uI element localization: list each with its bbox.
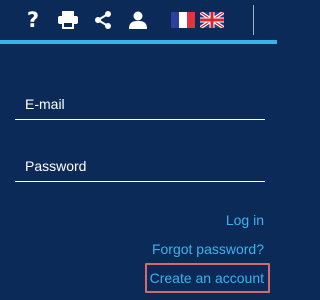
accent-line xyxy=(0,40,277,44)
french-flag-button[interactable] xyxy=(171,12,195,28)
password-field[interactable] xyxy=(15,150,265,182)
password-field-wrapper xyxy=(15,150,265,184)
create-account-link[interactable]: Create an account xyxy=(150,270,264,286)
share-icon xyxy=(95,11,111,29)
top-toolbar: ? xyxy=(0,0,277,40)
printer-icon xyxy=(58,11,78,29)
email-field[interactable] xyxy=(15,88,265,120)
toolbar-divider xyxy=(253,5,254,35)
question-mark-icon: ? xyxy=(26,8,40,32)
help-button[interactable]: ? xyxy=(21,8,45,32)
share-button[interactable] xyxy=(91,8,115,32)
french-flag-icon xyxy=(171,12,195,28)
uk-flag-icon xyxy=(199,10,225,30)
email-field-wrapper xyxy=(15,88,265,122)
user-icon xyxy=(129,11,147,29)
login-link[interactable]: Log in xyxy=(226,212,264,228)
forgot-password-link[interactable]: Forgot password? xyxy=(152,241,264,257)
print-button[interactable] xyxy=(56,8,80,32)
uk-flag-button[interactable] xyxy=(199,10,225,30)
account-button[interactable] xyxy=(126,8,150,32)
